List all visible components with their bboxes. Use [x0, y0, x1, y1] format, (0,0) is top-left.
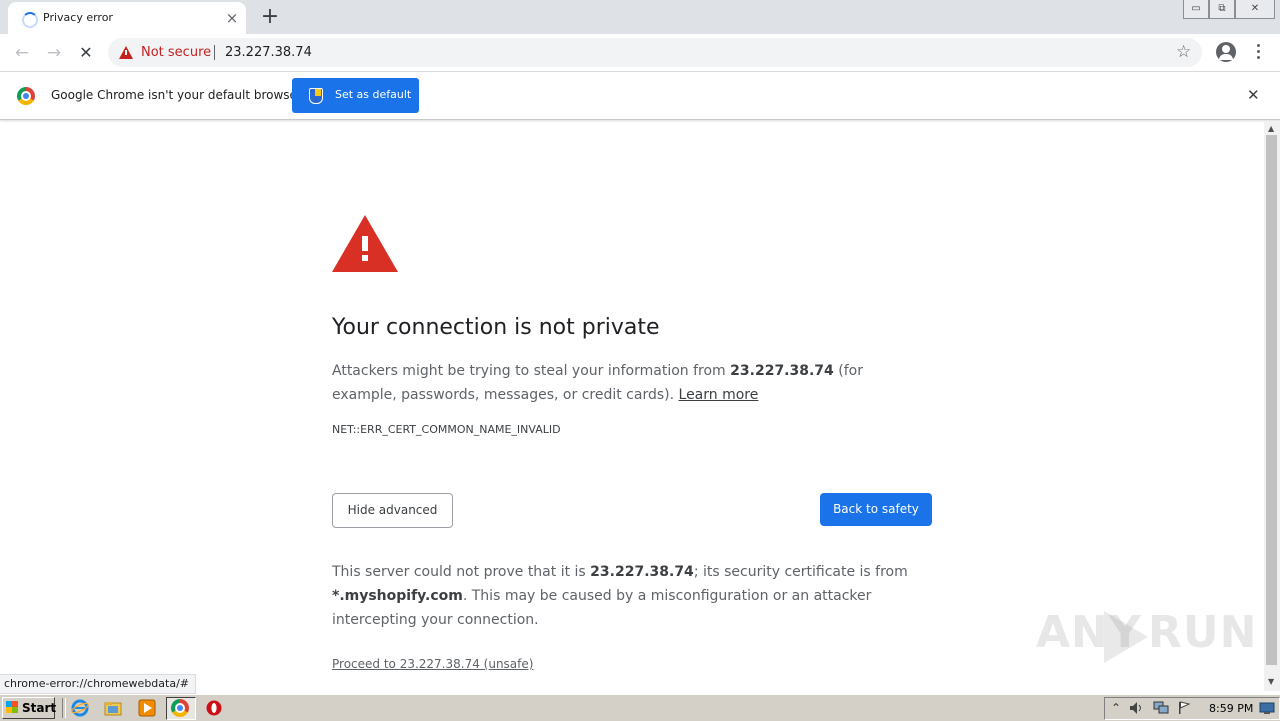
scroll-up-arrow-icon[interactable]: ▲	[1268, 124, 1274, 133]
learn-more-link[interactable]: Learn more	[679, 387, 759, 403]
scroll-down-arrow-icon[interactable]: ▼	[1268, 677, 1274, 686]
url-text[interactable]: 23.227.38.74	[225, 45, 312, 60]
hide-advanced-button[interactable]: Hide advanced	[332, 493, 453, 528]
taskbar-separator	[62, 698, 66, 718]
infobar-message: Google Chrome isn't your default browser	[51, 88, 302, 102]
back-to-safety-button[interactable]: Back to safety	[820, 493, 932, 526]
windows-logo-icon	[6, 701, 18, 713]
opera-icon[interactable]	[205, 699, 223, 717]
new-tab-button[interactable]: +	[258, 5, 282, 29]
internet-explorer-icon[interactable]	[71, 699, 89, 717]
scrollbar-thumb[interactable]	[1266, 135, 1277, 665]
loading-spinner-icon	[22, 12, 38, 28]
infobar-close-icon[interactable]: ✕	[1247, 86, 1260, 104]
error-code[interactable]: NET::ERR_CERT_COMMON_NAME_INVALID	[332, 423, 561, 436]
chrome-menu-icon[interactable]	[1250, 42, 1266, 62]
details-host: 23.227.38.74	[590, 564, 694, 580]
chrome-icon	[171, 699, 189, 717]
uac-shield-icon	[309, 88, 323, 104]
anyrun-watermark-logo: ANY RUN	[1036, 607, 1256, 669]
stop-loading-button[interactable]: ✕	[73, 40, 99, 66]
forward-button[interactable]: →	[41, 40, 67, 66]
tray-expand-icon[interactable]: ⌃	[1111, 701, 1121, 715]
media-player-icon[interactable]	[138, 699, 156, 717]
bookmark-star-icon[interactable]: ☆	[1176, 42, 1191, 62]
certificate-domain: *.myshopify.com	[332, 588, 463, 604]
start-button[interactable]: Start	[2, 697, 57, 719]
set-as-default-button[interactable]: Set as default	[292, 78, 419, 113]
taskbar-clock[interactable]: 8:59 PM	[1209, 702, 1253, 715]
minimize-button[interactable]: ▭	[1183, 0, 1209, 19]
system-tray: ⌃ 8:59 PM	[1104, 697, 1280, 720]
proceed-unsafe-link[interactable]: Proceed to 23.227.38.74 (unsafe)	[332, 657, 533, 671]
taskbar-chrome-button[interactable]	[166, 697, 196, 720]
network-icon[interactable]	[1153, 701, 1169, 718]
page-title: Your connection is not private	[332, 315, 660, 340]
address-bar[interactable]: Not secure 23.227.38.74 ☆	[108, 38, 1202, 67]
default-browser-infobar: Google Chrome isn't your default browser…	[0, 72, 1280, 120]
tab-strip: Privacy error × + ▭ ⧉ ✕	[0, 0, 1280, 34]
file-explorer-icon[interactable]	[104, 699, 122, 717]
chrome-logo-icon	[17, 87, 35, 105]
restore-button[interactable]: ⧉	[1209, 0, 1235, 19]
page-scrollbar[interactable]: ▲ ▼	[1264, 121, 1280, 691]
show-desktop-icon[interactable]	[1259, 701, 1275, 718]
danger-warning-icon	[332, 215, 398, 272]
start-label: Start	[22, 701, 57, 715]
browser-toolbar: ← → ✕ Not secure 23.227.38.74 ☆	[0, 34, 1280, 72]
tab-close-icon[interactable]: ×	[222, 8, 242, 28]
profile-avatar-icon[interactable]	[1216, 42, 1236, 62]
security-indicator[interactable]: Not secure	[141, 45, 211, 60]
host-address: 23.227.38.74	[730, 363, 834, 379]
volume-icon[interactable]	[1129, 701, 1145, 718]
watermark-play-icon	[1104, 611, 1148, 663]
action-center-flag-icon[interactable]	[1177, 701, 1191, 718]
tab-title: Privacy error	[43, 11, 113, 24]
windows-taskbar: Start ⌃ 8:59 PM	[0, 694, 1280, 721]
status-bubble: chrome-error://chromewebdata/#	[0, 674, 196, 694]
window-close-button[interactable]: ✕	[1235, 0, 1275, 19]
omnibox-divider	[214, 45, 215, 60]
primary-message: Attackers might be trying to steal your …	[332, 363, 863, 403]
back-button[interactable]: ←	[9, 40, 35, 66]
set-as-default-label: Set as default	[335, 88, 412, 101]
advanced-details: This server could not prove that it is 2…	[332, 564, 908, 628]
tab-privacy-error[interactable]: Privacy error ×	[8, 2, 246, 34]
warning-exclamation-mark	[125, 50, 127, 55]
